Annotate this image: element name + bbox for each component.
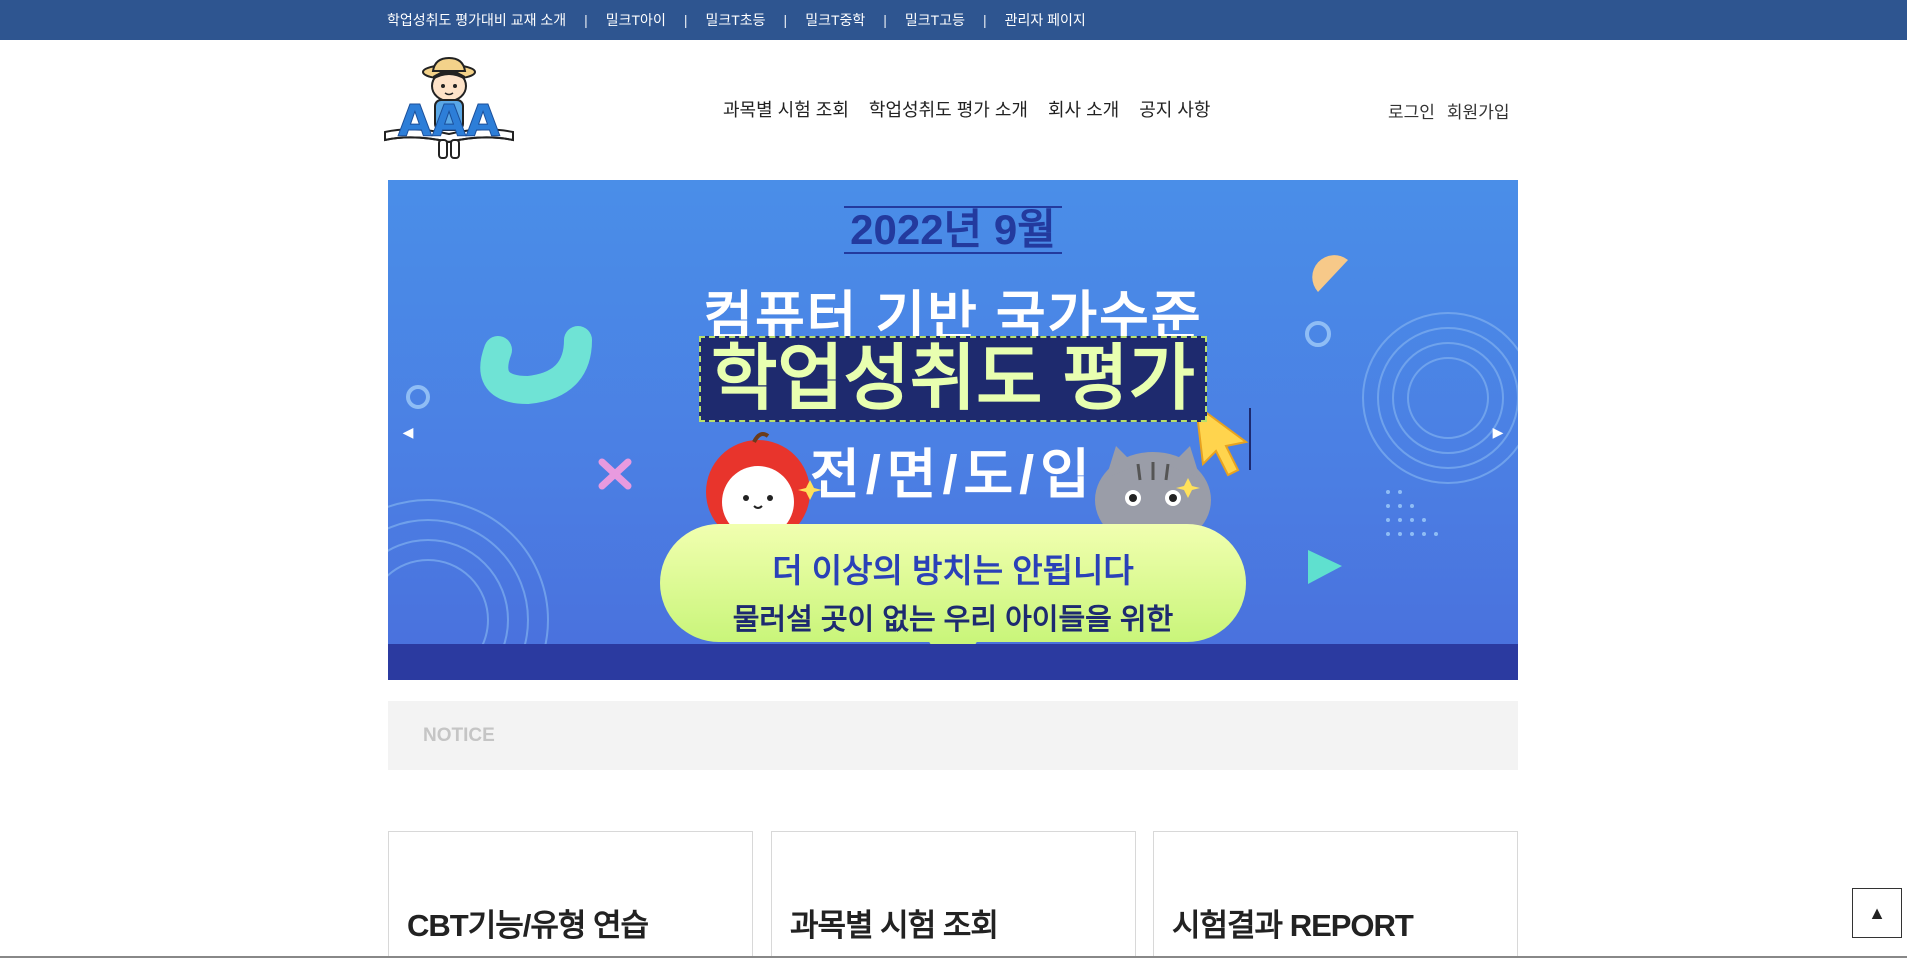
banner-headline-3: 전/면/도/입	[810, 445, 1096, 505]
top-link-separator: |	[883, 12, 887, 28]
banner-headline-2-wrap: 학업성취도 평가	[388, 336, 1518, 422]
top-link-separator: |	[982, 12, 987, 28]
top-link-milkt-high[interactable]: 밀크T고등	[905, 10, 965, 30]
banner-next-arrow-icon[interactable]: ▶	[1486, 420, 1510, 444]
notice-label: NOTICE	[423, 725, 495, 746]
hero-banner[interactable]: 2022년 9월 컴퓨터 기반 국가수준 학업성취도 평가 전/면/도/입 더 …	[388, 180, 1518, 680]
top-link-milkt-kids[interactable]: 밀크T아이	[606, 10, 666, 30]
top-links: 학업성취도 평가대비 교재 소개 | 밀크T아이 | 밀크T초등 | 밀크T중학…	[387, 0, 1086, 40]
site-logo[interactable]: AAA	[383, 56, 517, 164]
notice-bar[interactable]: NOTICE	[388, 701, 1518, 770]
main-nav: 과목별 시험 조회 학업성취도 평가 소개 회사 소개 공지 사항	[723, 96, 1210, 122]
top-link-textbook[interactable]: 학업성취도 평가대비 교재 소개	[387, 10, 566, 30]
card-title: CBT기능/유형 연습	[407, 908, 649, 943]
top-link-milkt-middle[interactable]: 밀크T중학	[805, 10, 865, 30]
banner-date: 2022년 9월	[388, 206, 1518, 254]
top-link-separator: |	[783, 12, 788, 28]
banner-bottom-band	[388, 644, 1518, 680]
banner-speech-bubble: 더 이상의 방치는 안됩니다 물러설 곳이 없는 우리 아이들을 위한	[660, 524, 1246, 642]
svg-text:AAA: AAA	[398, 96, 500, 147]
top-link-separator: |	[683, 12, 688, 28]
nav-item-notice[interactable]: 공지 사항	[1139, 96, 1210, 122]
top-link-separator: |	[584, 12, 588, 28]
login-link[interactable]: 로그인	[1388, 98, 1435, 123]
card-title: 과목별 시험 조회	[790, 908, 999, 943]
nav-item-assessment-intro[interactable]: 학업성취도 평가 소개	[869, 96, 1028, 122]
arrow-up-icon: ▲	[1868, 902, 1886, 923]
signup-link[interactable]: 회원가입	[1447, 98, 1510, 123]
banner-headline-2: 학업성취도 평가	[699, 336, 1207, 422]
auth-links: 로그인 회원가입	[1388, 98, 1509, 123]
card-cbt-practice[interactable]: CBT기능/유형 연습	[388, 831, 753, 958]
top-link-admin[interactable]: 관리자 페이지	[1005, 10, 1086, 30]
nav-item-company[interactable]: 회사 소개	[1048, 96, 1119, 122]
nav-item-subject-exams[interactable]: 과목별 시험 조회	[723, 96, 849, 122]
card-exam-report[interactable]: 시험결과 REPORT	[1153, 831, 1518, 958]
scroll-to-top-button[interactable]: ▲	[1852, 888, 1902, 938]
logo-mascot-icon: AAA	[384, 56, 514, 159]
top-link-milkt-elementary[interactable]: 밀크T초등	[705, 10, 765, 30]
banner-prev-arrow-icon[interactable]: ◀	[396, 420, 420, 444]
card-title: 시험결과 REPORT	[1172, 908, 1414, 943]
banner-bubble-line-1: 더 이상의 방치는 안됩니다	[772, 552, 1134, 589]
banner-bubble-line-2: 물러설 곳이 없는 우리 아이들을 위한	[732, 604, 1174, 636]
top-utility-bar: 학업성취도 평가대비 교재 소개 | 밀크T아이 | 밀크T초등 | 밀크T중학…	[0, 0, 1907, 40]
card-subject-exams[interactable]: 과목별 시험 조회	[771, 831, 1136, 958]
